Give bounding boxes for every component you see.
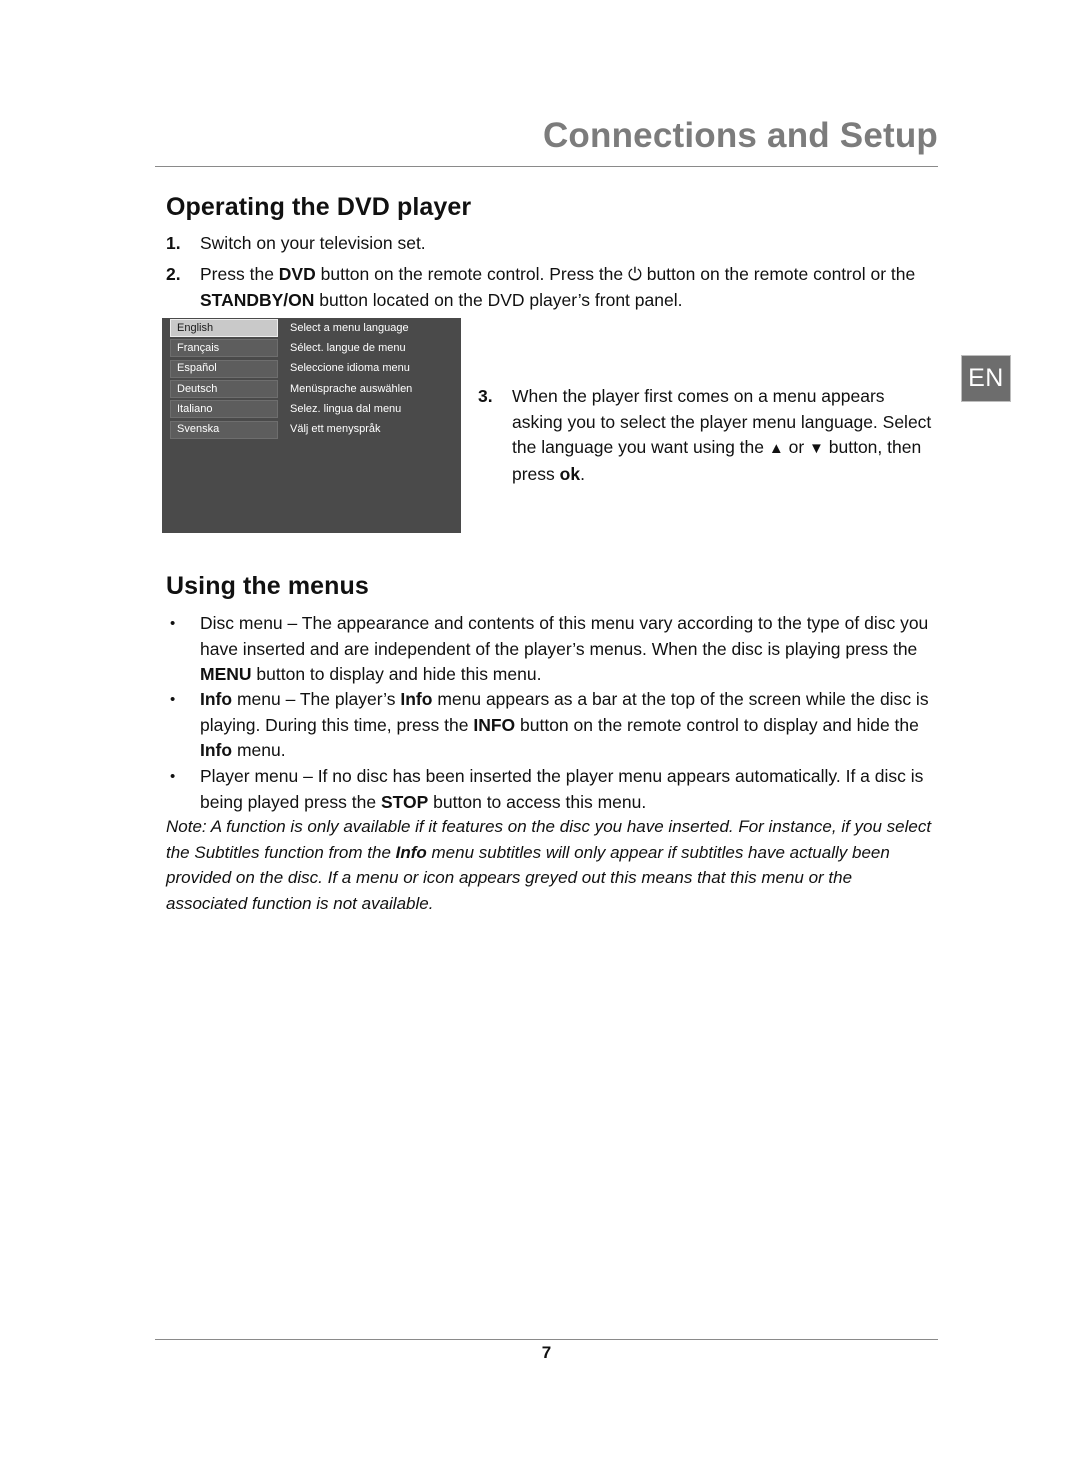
info-menu-label: Info: [200, 689, 233, 709]
footer-divider: [155, 1339, 938, 1340]
list-item: Español Seleccione idioma menu: [162, 359, 461, 379]
language-option-english[interactable]: English: [170, 319, 278, 338]
language-menu-rows: English Select a menu language Français …: [162, 318, 461, 440]
arrow-up-icon: ▲: [768, 440, 784, 457]
list-item-text: Switch on your television set.: [200, 233, 426, 253]
menu-button-label: MENU: [200, 664, 252, 684]
section-heading-operating: Operating the DVD player: [166, 193, 472, 221]
ok-button-label: ok: [559, 463, 581, 484]
info-button-label: INFO: [473, 714, 516, 735]
list-item: • Disc menu – The appearance and content…: [166, 611, 938, 688]
list-item: Deutsch Menüsprache auswählen: [162, 379, 461, 399]
language-option-svenska[interactable]: Svenska: [170, 420, 278, 439]
document-page: Connections and Setup EN Operating the D…: [0, 0, 1080, 1473]
list-item-text: Disc menu – The appearance and contents …: [200, 613, 929, 684]
stop-button-label: STOP: [380, 791, 429, 812]
power-icon: ⏻: [628, 264, 642, 284]
list-marker: 1.: [166, 233, 181, 253]
dvd-language-menu-screenshot: English Select a menu language Français …: [162, 318, 461, 533]
language-prompt: Sélect. langue de menu: [290, 341, 406, 354]
language-prompt: Selez. lingua dal menu: [290, 402, 402, 415]
list-item: 2. Press the DVD button on the remote co…: [166, 262, 938, 313]
language-option-espanol[interactable]: Español: [170, 359, 278, 378]
list-item-text: Info menu – The player’s Info menu appea…: [200, 689, 929, 760]
list-item: 3. When the player first comes on a menu…: [478, 384, 938, 487]
list-item: 1. Switch on your television set.: [166, 231, 938, 257]
page-number: 7: [541, 1343, 552, 1362]
list-marker: 2.: [166, 264, 181, 284]
list-item-text: Press the DVD button on the remote contr…: [200, 264, 916, 310]
bullet-icon: •: [170, 615, 176, 632]
header-divider: [155, 166, 938, 167]
list-item: Svenska Välj ett menyspråk: [162, 419, 461, 439]
info-menu-label: Info: [200, 740, 233, 760]
list-item: English Select a menu language: [162, 318, 461, 338]
list-item: Français Sélect. langue de menu: [162, 338, 461, 358]
info-menu-label: Info: [400, 689, 433, 709]
language-option-italiano[interactable]: Italiano: [170, 400, 278, 419]
language-tab-en: EN: [961, 355, 1011, 402]
language-option-deutsch[interactable]: Deutsch: [170, 380, 278, 399]
language-prompt: Select a menu language: [290, 321, 409, 334]
language-prompt: Menüsprache auswählen: [290, 382, 413, 395]
list-item-text: Player menu – If no disc has been insert…: [200, 766, 924, 812]
arrow-down-icon: ▼: [809, 440, 824, 457]
language-prompt: Välj ett menyspråk: [290, 423, 381, 436]
list-item: Italiano Selez. lingua dal menu: [162, 399, 461, 419]
standby-on-button-label: STANDBY/ON: [200, 289, 315, 310]
dvd-button-label: DVD: [278, 264, 316, 284]
bullet-icon: •: [170, 691, 176, 708]
list-item: • Info menu – The player’s Info menu app…: [166, 687, 938, 764]
section-heading-using-menus: Using the menus: [166, 572, 369, 600]
list-marker: 3.: [478, 386, 493, 406]
language-prompt: Seleccione idioma menu: [290, 362, 410, 375]
info-menu-label: Info: [395, 842, 427, 862]
language-option-francais[interactable]: Français: [170, 339, 278, 358]
note-paragraph: Note: A function is only available if it…: [166, 817, 932, 913]
bullet-icon: •: [170, 768, 176, 785]
list-item: • Player menu – If no disc has been inse…: [166, 764, 938, 815]
list-item-text: When the player first comes on a menu ap…: [512, 386, 932, 484]
page-title: Connections and Setup: [542, 116, 938, 155]
